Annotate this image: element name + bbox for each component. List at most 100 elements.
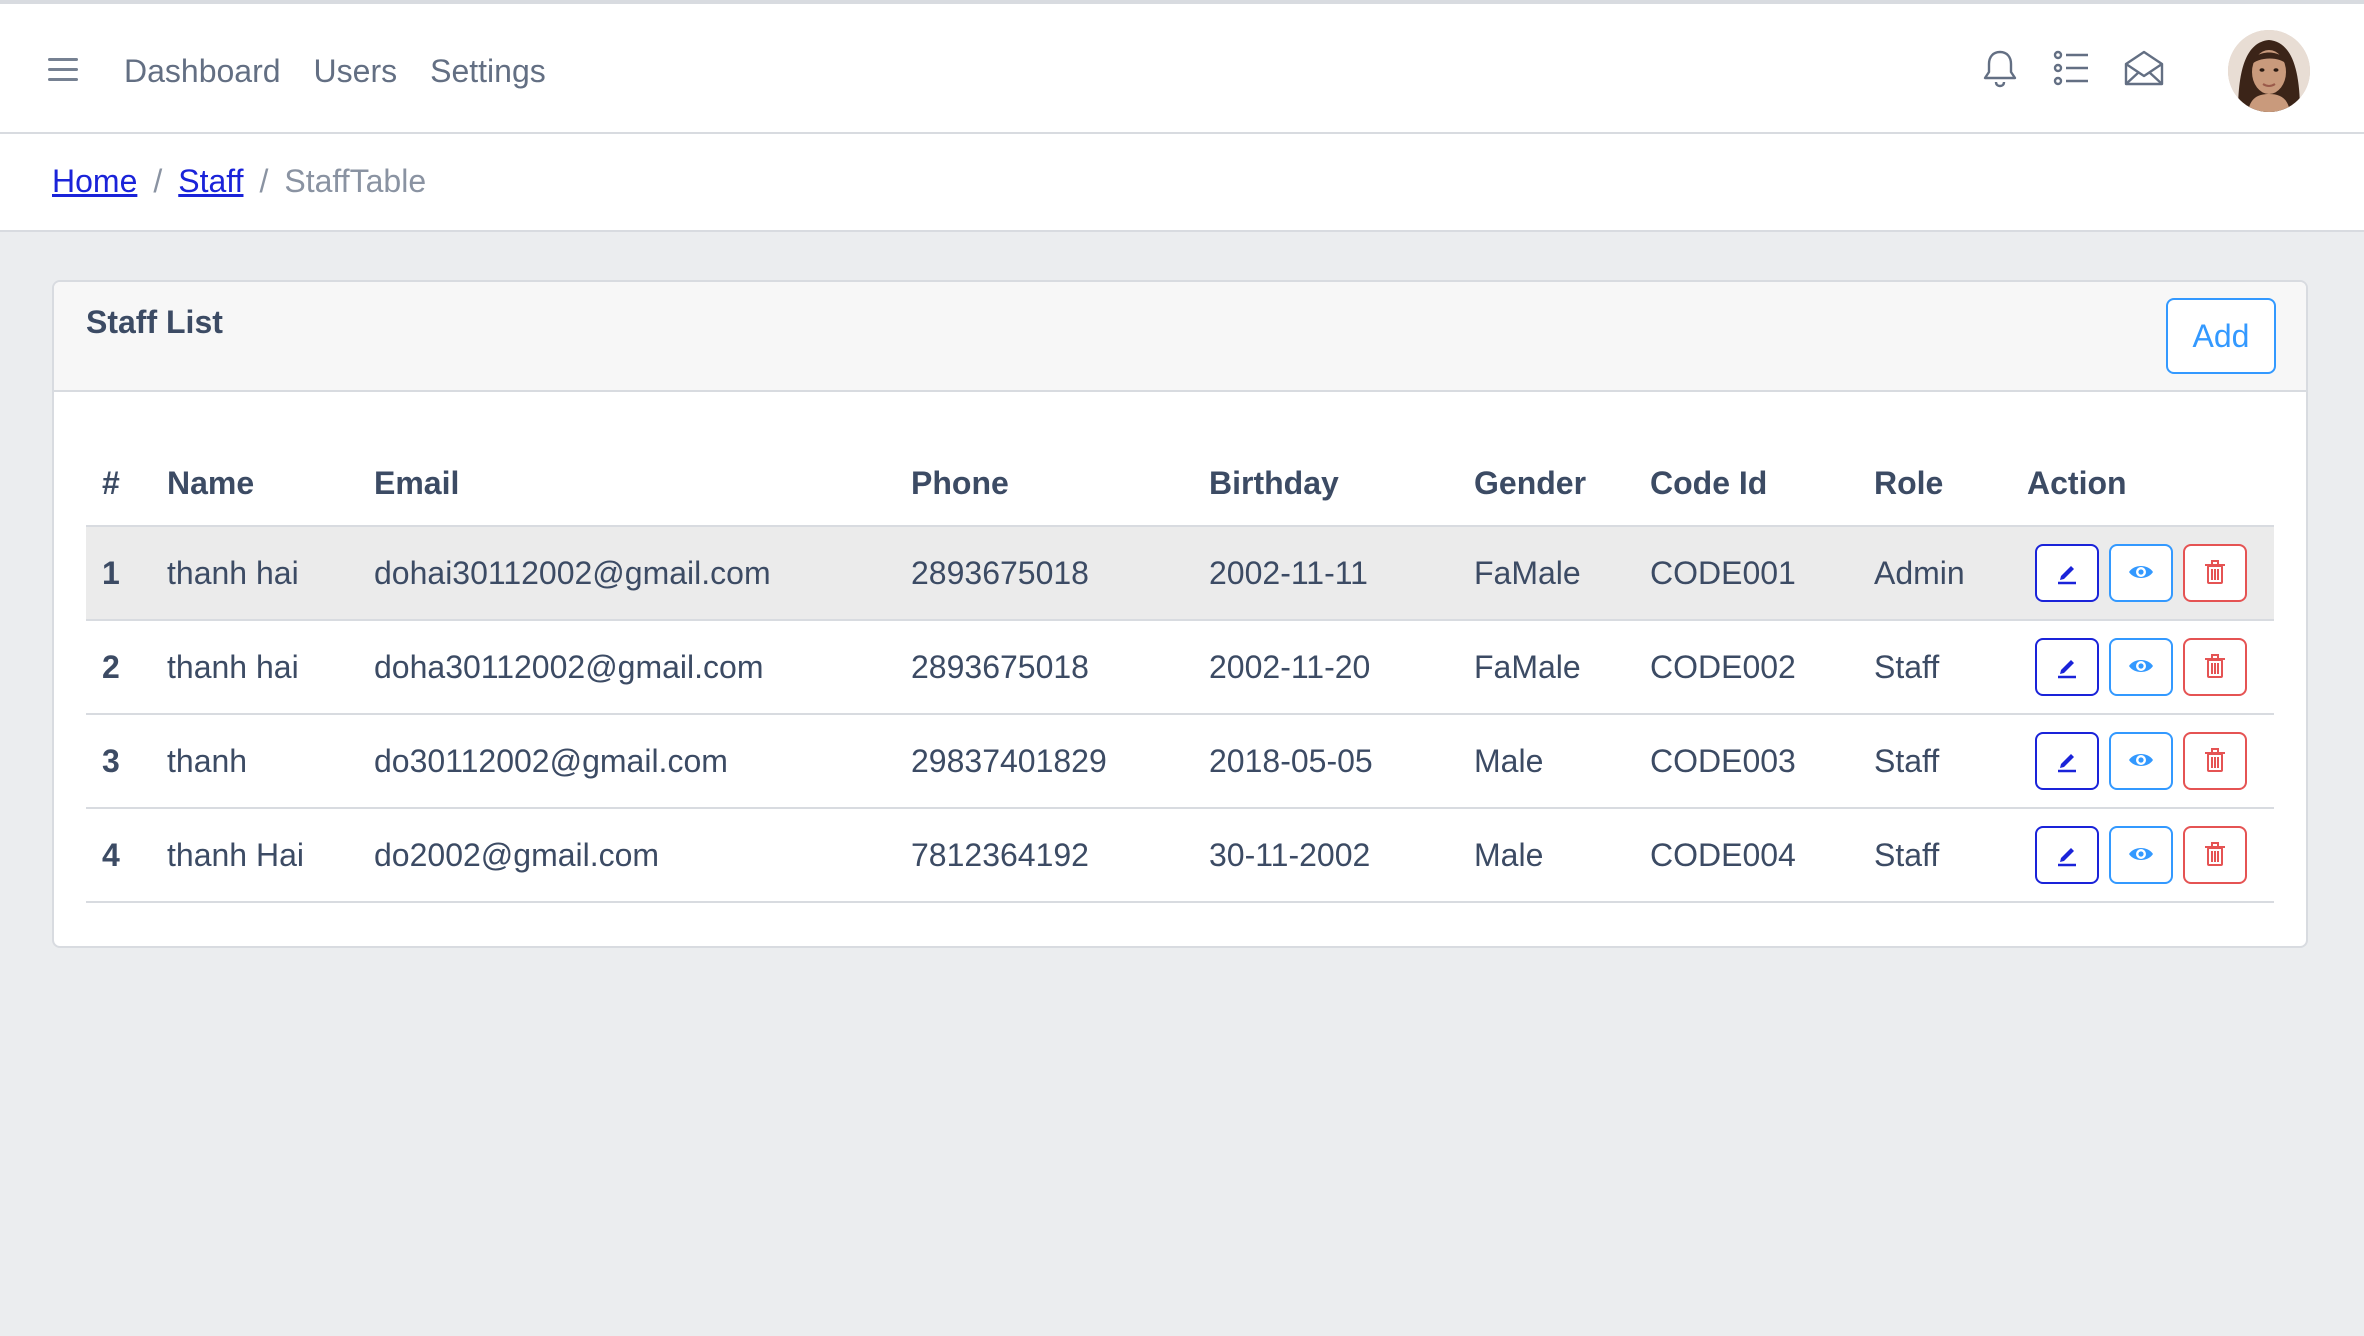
table-row: 3 thanh do30112002@gmail.com 29837401829 201… xyxy=(86,714,2274,809)
hamburger-menu-icon[interactable] xyxy=(48,56,80,84)
card-title: Staff List xyxy=(86,304,223,340)
breadcrumb-separator: / xyxy=(153,163,163,199)
cell-email: do2002@gmail.com xyxy=(358,808,895,903)
cell-email: dohai30112002@gmail.com xyxy=(358,526,895,621)
cell-phone: 2893675018 xyxy=(895,526,1193,621)
bell-icon[interactable] xyxy=(1978,46,2022,90)
breadcrumb: Home / Staff / StaffTable xyxy=(52,161,426,201)
cell-birthday: 2002-11-11 xyxy=(1193,526,1458,621)
cell-action xyxy=(2011,808,2274,903)
view-button[interactable] xyxy=(2109,732,2173,790)
view-button[interactable] xyxy=(2109,544,2173,602)
row-actions xyxy=(2027,826,2274,884)
list-icon[interactable] xyxy=(2050,46,2094,90)
col-header-phone: Phone xyxy=(895,442,1193,527)
cell-name: thanh hai xyxy=(151,620,358,715)
cell-code-id: CODE002 xyxy=(1634,620,1858,715)
nav-dashboard[interactable]: Dashboard xyxy=(124,51,281,91)
eye-icon xyxy=(2126,839,2156,872)
table-row: 4 thanh Hai do2002@gmail.com 7812364192 30-1… xyxy=(86,808,2274,903)
col-header-birthday: Birthday xyxy=(1193,442,1458,527)
cell-action xyxy=(2011,620,2274,715)
breadcrumb-separator: / xyxy=(259,163,269,199)
col-header-gender: Gender xyxy=(1458,442,1634,527)
pencil-icon xyxy=(2052,557,2082,590)
eye-icon xyxy=(2126,745,2156,778)
row-actions xyxy=(2027,732,2274,790)
view-button[interactable] xyxy=(2109,826,2173,884)
delete-button[interactable] xyxy=(2183,732,2247,790)
cell-email: doha30112002@gmail.com xyxy=(358,620,895,715)
cell-birthday: 2018-05-05 xyxy=(1193,714,1458,809)
cell-role: Staff xyxy=(1858,808,2011,903)
cell-name: thanh hai xyxy=(151,526,358,621)
cell-phone: 7812364192 xyxy=(895,808,1193,903)
cell-email: do30112002@gmail.com xyxy=(358,714,895,809)
trash-icon xyxy=(2200,839,2230,872)
envelope-open-icon[interactable] xyxy=(2122,46,2166,90)
cell-birthday: 30-11-2002 xyxy=(1193,808,1458,903)
breadcrumb-staff[interactable]: Staff xyxy=(178,161,243,201)
header-nav: Dashboard Users Settings xyxy=(124,51,546,91)
cell-gender: Male xyxy=(1458,714,1634,809)
staff-table: # Name Email Phone Birthday Gender Code … xyxy=(86,442,2274,903)
eye-icon xyxy=(2126,557,2156,590)
cell-birthday: 2002-11-20 xyxy=(1193,620,1458,715)
cell-phone: 2893675018 xyxy=(895,620,1193,715)
edit-button[interactable] xyxy=(2035,826,2099,884)
cell-gender: FaMale xyxy=(1458,526,1634,621)
col-header-name: Name xyxy=(151,442,358,527)
cell-index: 3 xyxy=(86,714,151,809)
row-actions xyxy=(2027,544,2274,602)
cell-name: thanh xyxy=(151,714,358,809)
cell-action xyxy=(2011,714,2274,809)
nav-settings[interactable]: Settings xyxy=(430,51,546,91)
row-actions xyxy=(2027,638,2274,696)
breadcrumb-home[interactable]: Home xyxy=(52,161,137,201)
nav-users[interactable]: Users xyxy=(314,51,398,91)
delete-button[interactable] xyxy=(2183,826,2247,884)
delete-button[interactable] xyxy=(2183,638,2247,696)
cell-code-id: CODE003 xyxy=(1634,714,1858,809)
edit-button[interactable] xyxy=(2035,544,2099,602)
trash-icon xyxy=(2200,745,2230,778)
col-header-code-id: Code Id xyxy=(1634,442,1858,527)
breadcrumb-current: StaffTable xyxy=(284,163,427,199)
cell-code-id: CODE004 xyxy=(1634,808,1858,903)
table-row: 2 thanh hai doha30112002@gmail.com 28936750… xyxy=(86,620,2274,715)
view-button[interactable] xyxy=(2109,638,2173,696)
col-header-email: Email xyxy=(358,442,895,527)
table-header-row: # Name Email Phone Birthday Gender Code … xyxy=(86,442,2274,527)
cell-gender: Male xyxy=(1458,808,1634,903)
cell-action xyxy=(2011,526,2274,621)
cell-role: Staff xyxy=(1858,714,2011,809)
delete-button[interactable] xyxy=(2183,544,2247,602)
staff-list-card: Staff List Add # Name Email Phone Birthd… xyxy=(52,280,2308,948)
cell-code-id: CODE001 xyxy=(1634,526,1858,621)
eye-icon xyxy=(2126,651,2156,684)
cell-index: 2 xyxy=(86,620,151,715)
cell-phone: 29837401829 xyxy=(895,714,1193,809)
col-header-action: Action xyxy=(2011,442,2274,527)
user-avatar[interactable] xyxy=(2228,30,2310,112)
pencil-icon xyxy=(2052,839,2082,872)
add-button[interactable]: Add xyxy=(2166,298,2276,374)
top-header: Dashboard Users Settings xyxy=(0,0,2364,134)
edit-button[interactable] xyxy=(2035,732,2099,790)
table-row: 1 thanh hai dohai30112002@gmail.com 2893675… xyxy=(86,526,2274,621)
trash-icon xyxy=(2200,651,2230,684)
cell-role: Admin xyxy=(1858,526,2011,621)
col-header-index: # xyxy=(86,442,151,527)
cell-name: thanh Hai xyxy=(151,808,358,903)
edit-button[interactable] xyxy=(2035,638,2099,696)
pencil-icon xyxy=(2052,745,2082,778)
cell-index: 4 xyxy=(86,808,151,903)
cell-role: Staff xyxy=(1858,620,2011,715)
trash-icon xyxy=(2200,557,2230,590)
col-header-role: Role xyxy=(1858,442,2011,527)
pencil-icon xyxy=(2052,651,2082,684)
cell-index: 1 xyxy=(86,526,151,621)
card-header: Staff List Add xyxy=(54,282,2306,392)
cell-gender: FaMale xyxy=(1458,620,1634,715)
subheader: Home / Staff / StaffTable xyxy=(0,134,2364,232)
